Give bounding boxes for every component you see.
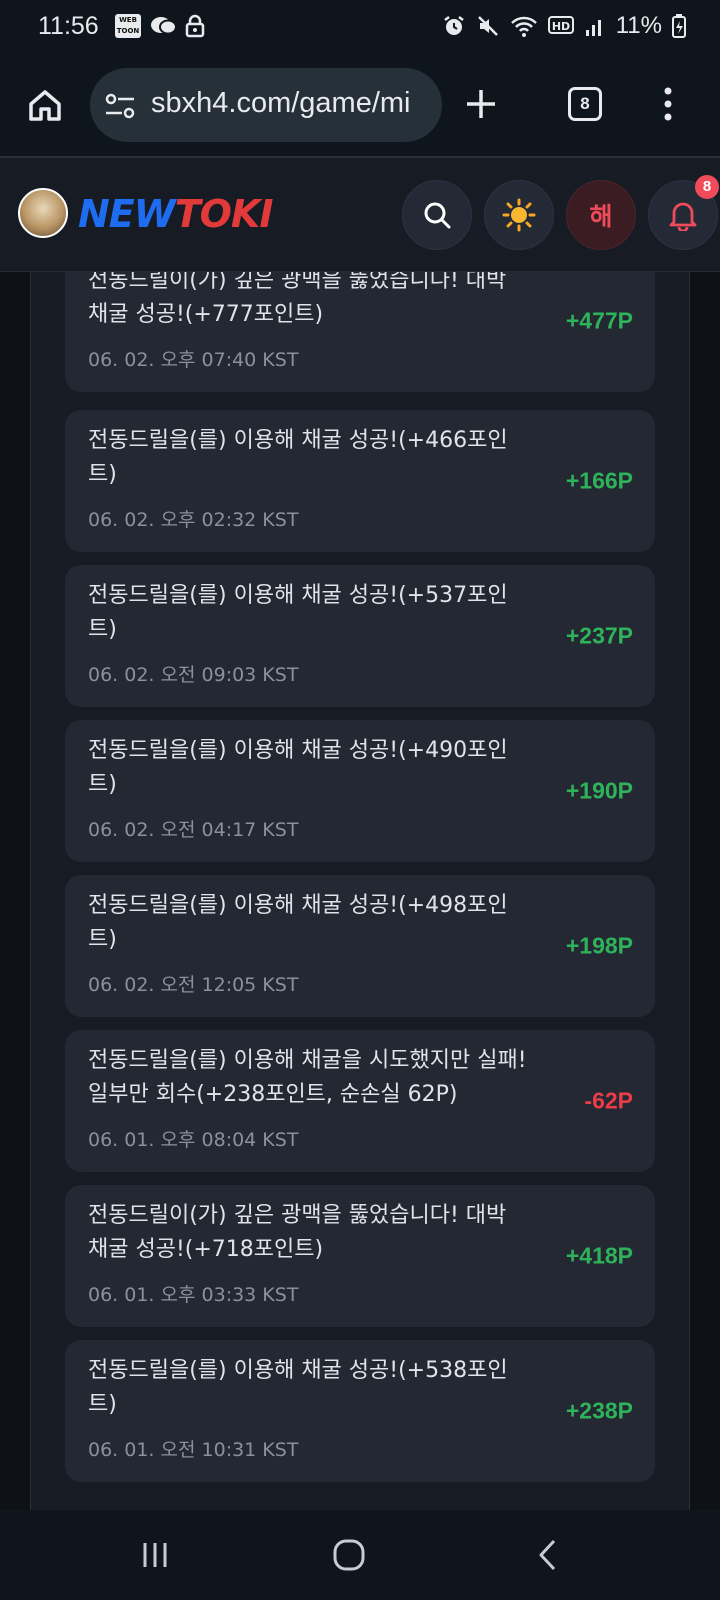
search-button[interactable] (402, 180, 472, 250)
lock-icon (185, 14, 205, 38)
entry-message: 전동드릴을(를) 이용해 채굴 성공!(+498포인트) (88, 893, 508, 952)
entry-timestamp: 06. 01. 오전 10:31 KST (88, 1439, 299, 1461)
chat-bubble-icon (151, 17, 177, 35)
system-navigation-bar (0, 1510, 720, 1600)
entry-points: +418P (565, 1242, 633, 1269)
entry-timestamp: 06. 02. 오전 09:03 KST (88, 664, 299, 686)
entry-timestamp: 06. 01. 오후 03:33 KST (88, 1284, 299, 1306)
bell-icon (669, 202, 697, 231)
recent-apps-button[interactable] (133, 1535, 177, 1575)
entry-timestamp: 06. 02. 오후 02:32 KST (88, 509, 299, 531)
history-entry: 전동드릴을(를) 이용해 채굴 성공!(+538포인트) 06. 01. 오전 1… (65, 1340, 655, 1482)
site-header: NEWTOKI 해 8 (0, 158, 720, 272)
alarm-icon (443, 16, 464, 35)
webtoon-icon: WEB TOON (115, 14, 141, 38)
site-logo-avatar[interactable] (18, 188, 68, 238)
back-icon (539, 1539, 556, 1571)
home-icon[interactable] (27, 87, 63, 123)
battery-icon (672, 14, 686, 38)
entry-points: +166P (565, 467, 633, 494)
site-settings-icon[interactable] (104, 92, 136, 120)
battery-percentage: 11% (615, 12, 662, 39)
status-left-icons: WEB TOON (115, 14, 205, 38)
status-bar: 11:56 WEB TOON HD 11% (0, 0, 720, 54)
entry-message: 전동드릴이(가) 깊은 광맥을 뚫었습니다! 대박 채굴 성공!(+718포인트… (88, 1203, 507, 1262)
entry-timestamp: 06. 02. 오전 12:05 KST (88, 974, 299, 996)
entry-timestamp: 06. 02. 오후 07:40 KST (88, 349, 299, 371)
notifications-button[interactable]: 8 (648, 175, 719, 250)
address-bar[interactable]: sbxh4.com/game/mi (90, 68, 442, 142)
entry-message: 전동드릴을(를) 이용해 채굴을 시도했지만 실패! 일부만 회수(+238포인… (88, 1048, 527, 1107)
history-entry: 전동드릴을(를) 이용해 채굴 성공!(+537포인트) 06. 02. 오전 0… (65, 565, 655, 707)
search-icon (424, 202, 451, 229)
status-right-icons: HD 11% (442, 12, 686, 40)
tab-switcher-button[interactable]: 8 (568, 87, 602, 121)
browser-toolbar: sbxh4.com/game/mi 8 (0, 54, 720, 158)
entry-timestamp: 06. 01. 오후 08:04 KST (88, 1129, 299, 1151)
back-button[interactable] (526, 1535, 570, 1575)
new-tab-icon[interactable] (464, 87, 498, 121)
url-text: sbxh4.com/game/mi (151, 87, 411, 119)
more-options-icon[interactable] (662, 86, 674, 122)
wifi-icon (510, 16, 537, 37)
entry-message: 전동드릴을(를) 이용해 채굴 성공!(+537포인트) (88, 583, 508, 642)
mining-history-content: 전동드릴이(가) 깊은 광맥을 뚫었습니다! 대박 채굴 성공!(+777포인트… (0, 272, 720, 1510)
hd-icon: HD (547, 16, 574, 34)
entry-message: 전동드릴을(를) 이용해 채굴 성공!(+490포인트) (88, 738, 508, 797)
entry-message: 전동드릴을(를) 이용해 채굴 성공!(+538포인트) (88, 1358, 508, 1417)
history-entry: 전동드릴이(가) 깊은 광맥을 뚫었습니다! 대박 채굴 성공!(+718포인트… (65, 1185, 655, 1327)
recent-apps-icon (143, 1543, 167, 1567)
language-button[interactable]: 해 (566, 180, 636, 250)
entry-points: +190P (565, 777, 633, 804)
language-label: 해 (589, 202, 613, 231)
theme-toggle-button[interactable] (484, 180, 554, 250)
tab-count: 8 (580, 94, 590, 113)
entry-points: +237P (565, 622, 633, 649)
entry-points: +198P (565, 932, 633, 959)
entry-points: -62P (584, 1087, 633, 1114)
history-entry: 전동드릴이(가) 깊은 광맥을 뚫었습니다! 대박 채굴 성공!(+777포인트… (65, 272, 655, 392)
signal-icon (585, 20, 601, 36)
home-circle-icon (333, 1539, 365, 1571)
home-nav-button[interactable] (327, 1535, 371, 1575)
sun-icon (502, 198, 536, 232)
site-logo[interactable]: NEWTOKI (78, 192, 273, 236)
history-entry: 전동드릴을(를) 이용해 채굴 성공!(+498포인트) 06. 02. 오전 1… (65, 875, 655, 1017)
logo-new: NEW (78, 192, 176, 236)
entry-points: +238P (565, 1397, 633, 1424)
entry-message: 전동드릴을(를) 이용해 채굴 성공!(+466포인트) (88, 428, 508, 487)
entry-points: +477P (565, 307, 633, 334)
history-entry: 전동드릴을(를) 이용해 채굴 성공!(+490포인트) 06. 02. 오전 0… (65, 720, 655, 862)
mute-icon (477, 16, 498, 36)
history-entry: 전동드릴을(를) 이용해 채굴 성공!(+466포인트) 06. 02. 오후 0… (65, 410, 655, 552)
history-entry: 전동드릴을(를) 이용해 채굴을 시도했지만 실패! 일부만 회수(+238포인… (65, 1030, 655, 1172)
logo-toki: TOKI (174, 192, 274, 236)
notification-badge: 8 (695, 175, 719, 199)
status-time: 11:56 (38, 12, 99, 40)
svg-text:HD: HD (552, 20, 570, 33)
entry-message: 전동드릴이(가) 깊은 광맥을 뚫었습니다! 대박 채굴 성공!(+777포인트… (88, 272, 507, 327)
entry-timestamp: 06. 02. 오전 04:17 KST (88, 819, 299, 841)
